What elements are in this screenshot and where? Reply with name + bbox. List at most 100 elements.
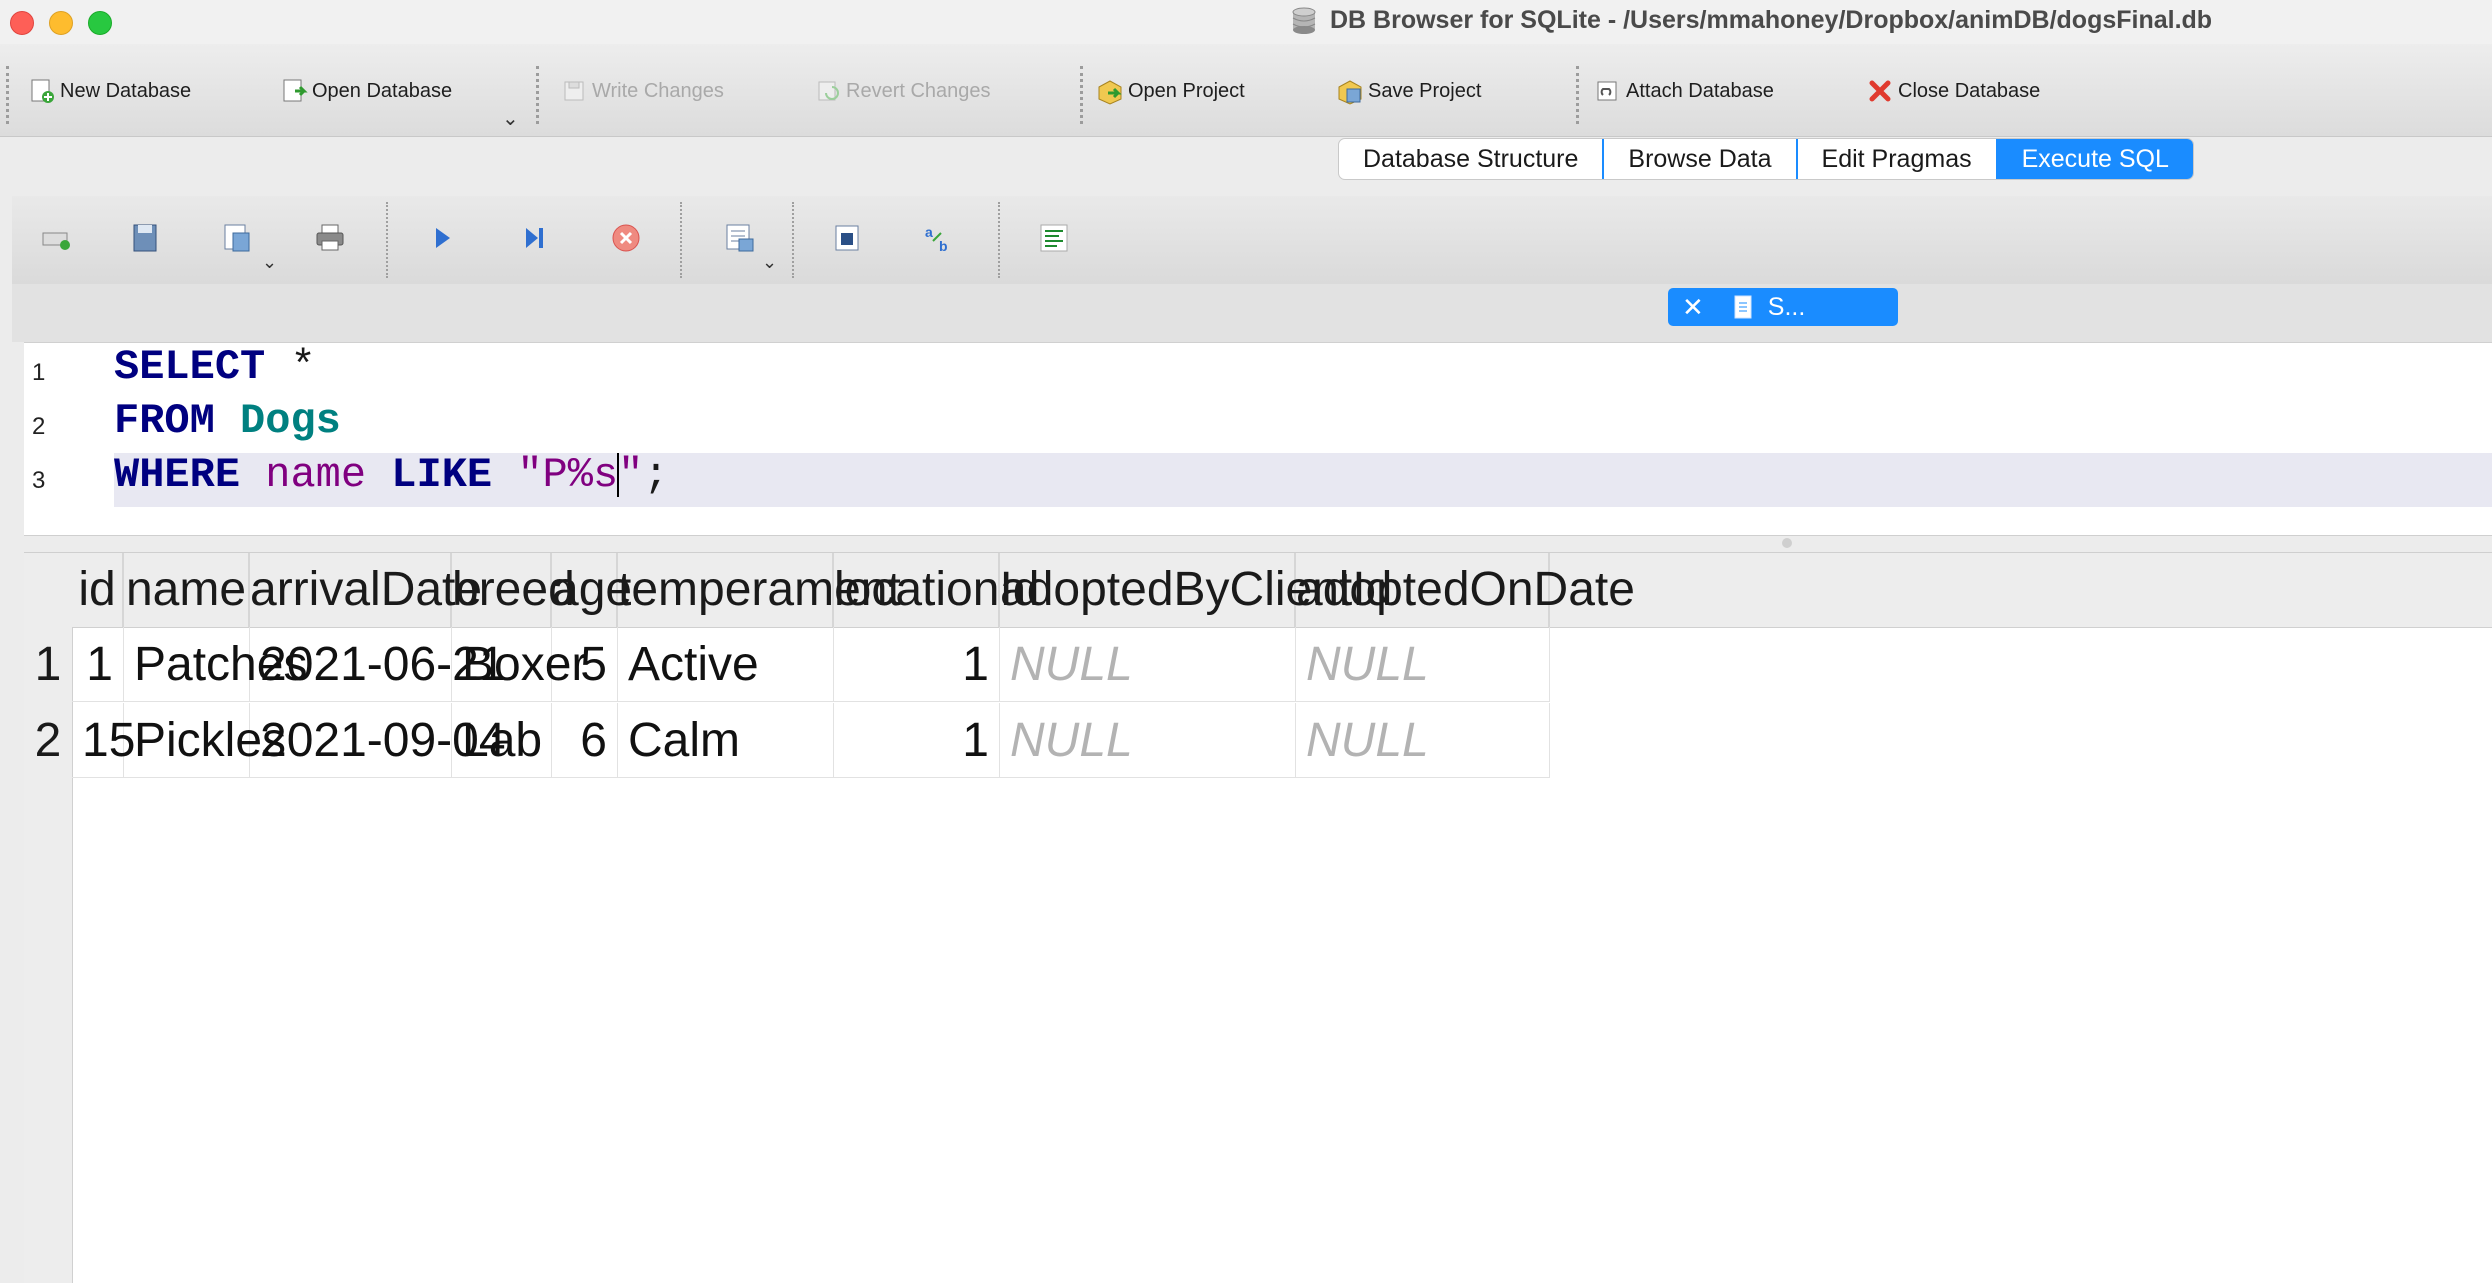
table-cell[interactable]: NULL xyxy=(1000,627,1296,702)
write-changes-icon xyxy=(564,81,584,101)
column-header-id[interactable]: id xyxy=(72,553,124,627)
table-cell[interactable]: Boxer xyxy=(452,627,587,702)
new-database-button[interactable]: New Database xyxy=(28,76,191,106)
line-number-gutter: 1 2 3 xyxy=(24,343,112,535)
column-header-adoptedOnDate[interactable]: adoptedOnDate xyxy=(1296,553,1635,627)
column-header-arrivalDate[interactable]: arrivalDate xyxy=(250,553,482,627)
tab-browse-data[interactable]: Browse Data xyxy=(1604,139,1798,179)
stop-icon xyxy=(612,224,640,252)
table-cell[interactable]: 1 xyxy=(834,703,1000,778)
tab-database-structure[interactable]: Database Structure xyxy=(1339,139,1605,179)
editor-tab-label: S... xyxy=(1767,292,1806,321)
table-cell[interactable]: 1 xyxy=(834,627,1000,702)
column-header-breed[interactable]: breed xyxy=(452,553,575,627)
new-database-label: New Database xyxy=(60,79,192,102)
main-tab-bar: Database Structure Browse Data Edit Prag… xyxy=(1338,138,2194,180)
open-database-button[interactable]: Open Database xyxy=(280,76,452,106)
database-icon xyxy=(1292,7,1316,34)
save-sql-dropdown-chevron-icon[interactable]: ⌄ xyxy=(262,252,277,273)
open-project-button[interactable]: Open Project xyxy=(1096,76,1245,106)
editor-tab-strip xyxy=(12,284,2492,342)
sql-toolbar-separator xyxy=(998,202,1000,278)
open-sql-file-icon xyxy=(133,224,157,252)
window-minimize-button[interactable] xyxy=(49,11,73,35)
main-toolbar: New Database Open Database ⌄ Write Chang… xyxy=(0,44,2492,137)
close-database-button[interactable]: Close Database xyxy=(1866,76,2040,106)
sql-token: * xyxy=(265,343,316,391)
column-header-name[interactable]: name xyxy=(124,553,250,627)
save-results-button[interactable] xyxy=(720,218,760,258)
tab-execute-sql[interactable]: Execute SQL xyxy=(1997,139,2193,179)
table-cell[interactable]: 2021-06-21 xyxy=(250,627,506,702)
table-cell[interactable]: 1 xyxy=(72,627,124,702)
write-changes-button[interactable]: Write Changes xyxy=(560,76,724,106)
sql-line: WHERE name LIKE "P%s"; xyxy=(114,451,669,499)
open-project-icon xyxy=(1098,80,1122,105)
results-grid[interactable]: id name arrivalDate breed age temperament loca… xyxy=(24,552,2492,1283)
table-cell[interactable]: Pickles xyxy=(124,703,286,778)
save-results-icon xyxy=(726,224,754,252)
table-cell[interactable]: Active xyxy=(618,627,834,702)
row-header[interactable]: 2 xyxy=(24,703,72,778)
sql-token: " xyxy=(618,451,644,499)
save-results-dropdown-chevron-icon[interactable]: ⌄ xyxy=(762,252,777,273)
print-button[interactable] xyxy=(310,218,350,258)
find-icon xyxy=(835,225,859,251)
column-header-adoptedByClientId[interactable]: adoptedByClientId xyxy=(1000,553,1392,627)
table-cell[interactable]: 2021-09-04 xyxy=(250,703,506,778)
table-cell[interactable]: Patches xyxy=(124,627,307,702)
table-cell[interactable]: 6 xyxy=(552,703,618,778)
sql-editor[interactable]: 1 2 3 SELECT * FROM Dogs WHERE name LIKE "… xyxy=(24,342,2492,536)
table-cell[interactable]: NULL xyxy=(1000,703,1296,778)
document-icon xyxy=(1734,295,1752,319)
text-lines-icon xyxy=(1040,224,1068,252)
save-project-label: Save Project xyxy=(1368,79,1482,102)
row-header[interactable]: 1 xyxy=(24,627,72,702)
column-header-age[interactable]: age xyxy=(552,553,632,627)
execute-current-line-button[interactable] xyxy=(514,218,554,258)
find-replace-button[interactable]: a b xyxy=(920,218,960,258)
title-bar: DB Browser for SQLite - /Users/mmahoney/… xyxy=(0,0,2492,44)
column-header-temperament[interactable]: temperament xyxy=(618,553,901,627)
attach-database-button[interactable]: Attach Database xyxy=(1594,76,1774,106)
table-cell[interactable]: NULL xyxy=(1296,703,1550,778)
tab-edit-pragmas[interactable]: Edit Pragmas xyxy=(1798,139,1998,179)
open-database-label: Open Database xyxy=(312,79,453,102)
save-project-icon xyxy=(1338,80,1362,105)
save-project-button[interactable]: Save Project xyxy=(1336,76,1481,106)
execute-all-button[interactable] xyxy=(422,218,462,258)
save-sql-file-icon xyxy=(224,224,250,252)
line-number: 3 xyxy=(32,467,46,494)
splitter-handle[interactable] xyxy=(1782,538,1792,548)
open-database-dropdown-chevron-icon[interactable]: ⌄ xyxy=(502,106,519,131)
editor-tab[interactable]: ✕ S... xyxy=(1668,288,1898,326)
open-tab-button[interactable] xyxy=(36,218,76,258)
new-database-icon xyxy=(31,79,54,103)
open-database-icon xyxy=(283,79,308,102)
comment-toggle-button[interactable] xyxy=(1034,218,1074,258)
find-replace-icon: a b xyxy=(925,224,948,254)
revert-changes-button[interactable]: Revert Changes xyxy=(814,76,991,106)
attach-database-label: Attach Database xyxy=(1626,79,1774,102)
sql-token: FROM xyxy=(114,397,215,445)
table-cell[interactable]: 15 xyxy=(72,703,135,778)
window-close-button[interactable] xyxy=(10,11,34,35)
printer-icon xyxy=(316,224,344,251)
window-maximize-button[interactable] xyxy=(88,11,112,35)
toolbar-separator xyxy=(1080,66,1083,124)
table-cell[interactable]: 5 xyxy=(552,627,618,702)
find-button[interactable] xyxy=(828,218,868,258)
stop-execution-button[interactable] xyxy=(606,218,646,258)
table-cell[interactable]: NULL xyxy=(1296,627,1550,702)
sql-line: SELECT * xyxy=(114,343,316,391)
close-database-label: Close Database xyxy=(1898,79,2041,102)
table-cell[interactable]: Lab xyxy=(452,703,552,778)
table-cell[interactable]: Calm xyxy=(618,703,834,778)
open-sql-file-button[interactable] xyxy=(126,218,166,258)
save-sql-file-button[interactable] xyxy=(218,218,258,258)
open-tab-icon xyxy=(42,232,70,250)
column-header-locationId[interactable]: locationId xyxy=(834,553,1039,627)
close-tab-icon[interactable]: ✕ xyxy=(1682,292,1704,323)
